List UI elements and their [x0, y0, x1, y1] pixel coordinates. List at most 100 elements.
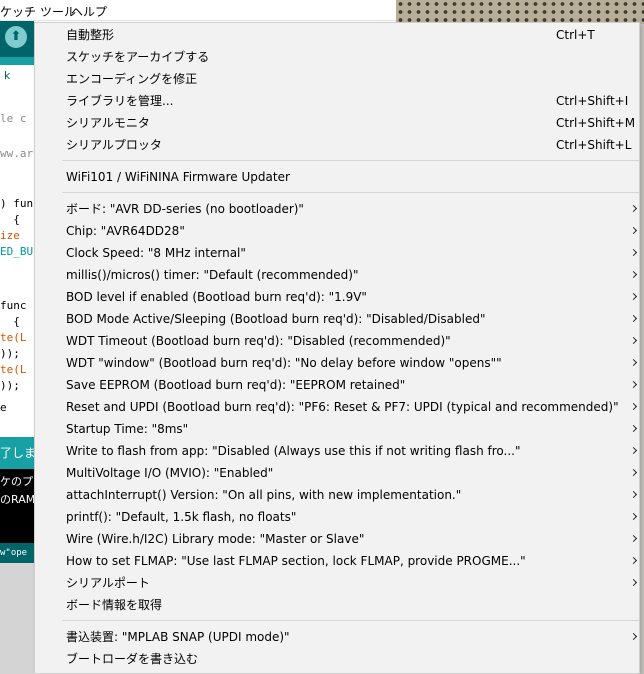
menu-separator [62, 160, 639, 161]
menu-item-label: スケッチをアーカイブする [66, 50, 210, 64]
menu-item-label: 書込装置: "MPLAB SNAP (UPDI mode)" [66, 630, 290, 644]
menu-item-label: BOD level if enabled (Bootload burn req'… [66, 290, 367, 304]
menu-separator [62, 620, 639, 621]
menu-item-label: Wire (Wire.h/I2C) Library mode: "Master … [66, 532, 365, 546]
menu-item-label: Reset and UPDI (Bootload burn req'd): "P… [66, 400, 619, 414]
menu-item-wifi-firmware-updater[interactable]: WiFi101 / WiFiNINA Firmware Updater [35, 166, 639, 188]
menu-item-startup-time[interactable]: Startup Time: "8ms" [35, 418, 639, 440]
code-line: ize [0, 229, 20, 242]
board-info-footer: w"ope [0, 543, 34, 563]
menu-item-label: millis()/micros() timer: "Default (recom… [66, 268, 359, 282]
menu-item-label: ボード情報を取得 [66, 598, 163, 612]
menu-item-write-flash[interactable]: Write to flash from app: "Disabled (Alwa… [35, 440, 639, 462]
chevron-right-icon [629, 424, 638, 433]
menu-item-bod-level[interactable]: BOD level if enabled (Bootload burn req'… [35, 286, 639, 308]
menu-item-flmap[interactable]: How to set FLMAP: "Use last FLMAP sectio… [35, 550, 639, 572]
menu-item-serial-port[interactable]: シリアルポート [35, 572, 639, 594]
menu-item-label: 自動整形 [66, 28, 115, 42]
menubar-item-sketch[interactable]: ケッチ [0, 3, 36, 20]
menu-item-shortcut: Ctrl+Shift+L [556, 138, 632, 152]
menu-item-chip[interactable]: Chip: "AVR64DD28" [35, 220, 639, 242]
chevron-right-icon [629, 402, 638, 411]
menu-item-label: How to set FLMAP: "Use last FLMAP sectio… [66, 554, 526, 568]
menu-item-shortcut: Ctrl+Shift+I [556, 94, 629, 108]
menu-item-label: シリアルプロッタ [66, 138, 162, 152]
menu-item-label: BOD Mode Active/Sleeping (Bootload burn … [66, 312, 486, 326]
menu-item-label: WDT Timeout (Bootload burn req'd): "Disa… [66, 334, 451, 348]
chevron-right-icon [629, 292, 638, 301]
menu-item-mvio[interactable]: MultiVoltage I/O (MVIO): "Enabled" [35, 462, 639, 484]
chevron-right-icon [629, 380, 638, 389]
ide-toolbar: ⬆ [0, 21, 34, 57]
menu-item-bod-mode[interactable]: BOD Mode Active/Sleeping (Bootload burn … [35, 308, 639, 330]
chevron-right-icon [629, 314, 638, 323]
chevron-right-icon [629, 270, 638, 279]
menu-item-board-info[interactable]: ボード情報を取得 [35, 594, 639, 616]
upload-arrow-icon[interactable]: ⬆ [5, 26, 27, 48]
code-line: te(L [0, 363, 27, 376]
menu-item-clock-speed[interactable]: Clock Speed: "8 MHz internal" [35, 242, 639, 264]
menu-item-manage-libraries[interactable]: ライブラリを管理... Ctrl+Shift+I [35, 90, 639, 112]
menu-item-label: ブートローダを書き込む [66, 652, 199, 666]
code-line: { [0, 213, 20, 226]
menu-item-label: Startup Time: "8ms" [66, 422, 189, 436]
menu-item-wire-mode[interactable]: Wire (Wire.h/I2C) Library mode: "Master … [35, 528, 639, 550]
chevron-right-icon [629, 358, 638, 367]
menu-item-board[interactable]: ボード: "AVR DD-series (no bootloader)" [35, 198, 639, 220]
sketch-tab-strip: k [0, 57, 34, 93]
menu-item-label: エンコーディングを修正 [66, 72, 198, 86]
chevron-right-icon [629, 512, 638, 521]
chevron-right-icon [629, 226, 638, 235]
console-line: ケのプ [0, 475, 33, 488]
menu-item-label: ライブラリを管理... [66, 94, 174, 108]
menu-item-label: Save EEPROM (Bootload burn req'd): "EEPR… [66, 378, 406, 392]
output-console: ケのプ のRAM [0, 469, 34, 543]
menu-item-label: シリアルモニタ [66, 116, 150, 130]
menu-item-wdt-window[interactable]: WDT "window" (Bootload burn req'd): "No … [35, 352, 639, 374]
code-line: )); [0, 379, 20, 392]
code-line: )); [0, 347, 20, 360]
chevron-right-icon [629, 446, 638, 455]
menu-item-label: MultiVoltage I/O (MVIO): "Enabled" [66, 466, 274, 480]
code-line: ww.ar [0, 147, 34, 160]
menu-item-fix-encoding[interactable]: エンコーディングを修正 [35, 68, 639, 90]
chevron-right-icon [629, 578, 638, 587]
tools-menu: 自動整形 Ctrl+T スケッチをアーカイブする エンコーディングを修正 ライブ… [34, 22, 640, 674]
code-editor[interactable]: le c ww.ar ) fun { ize ED_BU func { te(L… [0, 93, 34, 423]
menu-item-auto-format[interactable]: 自動整形 Ctrl+T [35, 24, 639, 46]
menu-item-printf[interactable]: printf(): "Default, 1.5k flash, no float… [35, 506, 639, 528]
menu-item-serial-monitor[interactable]: シリアルモニタ Ctrl+Shift+M [35, 112, 639, 134]
menu-item-wdt-timeout[interactable]: WDT Timeout (Bootload burn req'd): "Disa… [35, 330, 639, 352]
menu-item-programmer[interactable]: 書込装置: "MPLAB SNAP (UPDI mode)" [35, 626, 639, 648]
chevron-right-icon [629, 204, 638, 213]
code-line: { [0, 315, 20, 328]
menu-item-label: Clock Speed: "8 MHz internal" [66, 246, 246, 260]
menu-item-label: ボード: "AVR DD-series (no bootloader)" [66, 202, 304, 216]
menu-item-archive-sketch[interactable]: スケッチをアーカイブする [35, 46, 639, 68]
chevron-right-icon [629, 632, 638, 641]
menu-item-serial-plotter[interactable]: シリアルプロッタ Ctrl+Shift+L [35, 134, 639, 156]
code-line: le c [0, 112, 27, 125]
chevron-right-icon [629, 556, 638, 565]
background-photo [396, 0, 644, 24]
code-line: ED_BU [0, 245, 34, 258]
sketch-tab[interactable]: k [0, 65, 34, 93]
menu-item-burn-bootloader[interactable]: ブートローダを書き込む [35, 648, 639, 670]
menu-item-reset-updi[interactable]: Reset and UPDI (Bootload burn req'd): "P… [35, 396, 639, 418]
menu-item-shortcut: Ctrl+T [556, 28, 595, 42]
compile-status-bar: 了しま [0, 437, 34, 469]
menu-item-label: Chip: "AVR64DD28" [66, 224, 185, 238]
chevron-right-icon [629, 336, 638, 345]
menu-item-save-eeprom[interactable]: Save EEPROM (Bootload burn req'd): "EEPR… [35, 374, 639, 396]
menu-item-label: シリアルポート [66, 576, 150, 590]
code-line: te(L [0, 331, 27, 344]
ide-menubar: ケッチ ツール ヘルプ [0, 0, 396, 21]
chevron-right-icon [629, 534, 638, 543]
menu-item-label: WDT "window" (Bootload burn req'd): "No … [66, 356, 502, 370]
menu-item-attach-interrupt[interactable]: attachInterrupt() Version: "On all pins,… [35, 484, 639, 506]
menubar-item-help[interactable]: ヘルプ [71, 3, 107, 20]
menu-item-label: Write to flash from app: "Disabled (Alwa… [66, 444, 521, 458]
chevron-right-icon [629, 248, 638, 257]
menu-item-millis-timer[interactable]: millis()/micros() timer: "Default (recom… [35, 264, 639, 286]
desktop-background [0, 563, 34, 674]
